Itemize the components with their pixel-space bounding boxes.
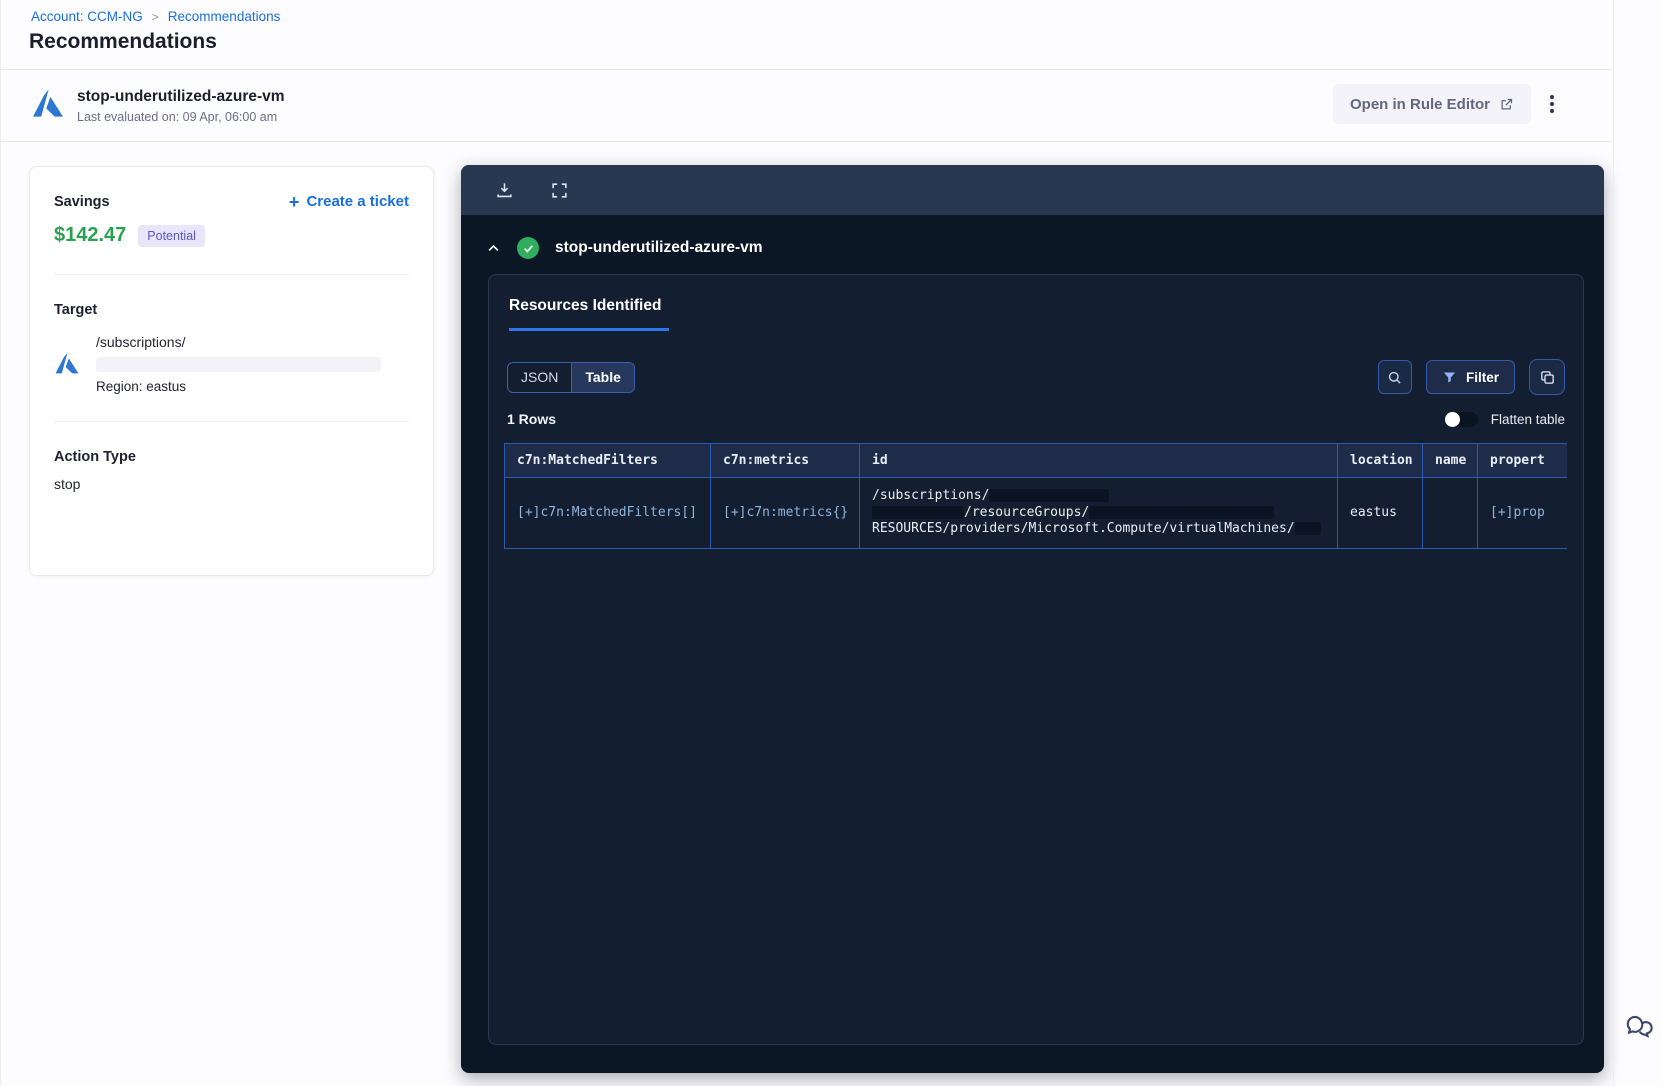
divider [1, 141, 1612, 142]
resources-table: c7n:MatchedFilters c7n:metrics id locati… [504, 443, 1567, 549]
rule-output-panel: stop-underutilized-azure-vm Resources Id… [461, 165, 1604, 1073]
create-ticket-button[interactable]: + Create a ticket [288, 191, 409, 212]
flatten-table-toggle[interactable] [1444, 411, 1478, 427]
fullscreen-icon [552, 182, 567, 198]
column-header: name [1422, 443, 1478, 478]
more-options-button[interactable] [1538, 90, 1566, 118]
name-cell [1422, 477, 1478, 549]
open-in-rule-editor-button[interactable]: Open in Rule Editor [1332, 84, 1531, 124]
collapse-button[interactable] [486, 241, 501, 256]
rule-name: stop-underutilized-azure-vm [77, 88, 285, 105]
chevron-up-icon [488, 244, 499, 251]
json-view-button[interactable]: JSON [508, 362, 573, 392]
filter-button[interactable]: Filter [1425, 360, 1515, 394]
action-type-label: Action Type [54, 449, 136, 465]
column-header: id [859, 443, 1338, 478]
redacted-value [872, 505, 964, 519]
open-in-rule-editor-label: Open in Rule Editor [1349, 95, 1490, 113]
savings-amount: $142.47 [54, 224, 127, 246]
redacted-value [96, 357, 381, 372]
flatten-table-label: Flatten table [1490, 411, 1565, 427]
column-header: c7n:MatchedFilters [504, 443, 711, 478]
savings-label: Savings [54, 193, 110, 210]
filter-label: Filter [1465, 369, 1499, 385]
id-cell: /subscriptions/ /resourceGroups/ RESOURC… [859, 477, 1338, 549]
resources-identified-section: Resources Identified JSON Table Filter 1… [488, 274, 1584, 1045]
redacted-value [1089, 505, 1275, 519]
azure-icon [33, 89, 63, 117]
output-toolbar [461, 165, 1604, 215]
copy-icon [1540, 370, 1554, 384]
plus-icon: + [288, 191, 300, 212]
column-header: location [1337, 443, 1423, 478]
location-cell: eastus [1337, 477, 1423, 549]
last-evaluated: Last evaluated on: 09 Apr, 06:00 am [77, 110, 278, 124]
rows-count: 1 Rows [507, 411, 557, 427]
rule-header: stop-underutilized-azure-vm Last evaluat… [77, 88, 285, 124]
divider [1, 69, 1612, 70]
success-icon [517, 237, 539, 259]
filter-icon [1443, 372, 1456, 382]
chat-bubbles-icon [1626, 1015, 1653, 1038]
download-button[interactable] [495, 181, 514, 200]
potential-badge: Potential [138, 224, 205, 247]
copy-button[interactable] [1529, 359, 1565, 395]
breadcrumb-separator-icon: > [151, 9, 159, 24]
external-link-icon [1501, 98, 1513, 109]
column-header: propert [1477, 443, 1567, 478]
view-mode-segmented-control: JSON Table [507, 361, 635, 393]
target-label: Target [54, 302, 98, 318]
create-ticket-label: Create a ticket [306, 193, 409, 210]
resources-table-container[interactable]: c7n:MatchedFilters c7n:metrics id locati… [504, 443, 1567, 549]
table-view-button[interactable]: Table [572, 362, 634, 392]
breadcrumb-recommendations-link[interactable]: Recommendations [168, 9, 281, 24]
table-header-row: c7n:MatchedFilters c7n:metrics id locati… [504, 443, 1567, 478]
azure-icon [55, 352, 79, 374]
action-type-value: stop [54, 476, 81, 492]
recommendation-summary-card: Savings + Create a ticket $142.47 Potent… [29, 166, 434, 576]
redacted-value [989, 489, 1110, 502]
column-header: c7n:metrics [710, 443, 860, 478]
fullscreen-button[interactable] [550, 181, 569, 200]
table-row: [+]c7n:MatchedFilters[] [+]c7n:metrics{}… [504, 477, 1567, 549]
download-icon [497, 182, 512, 197]
help-chat-button[interactable] [1621, 1010, 1657, 1046]
search-icon [1389, 371, 1402, 384]
tab-resources-identified[interactable]: Resources Identified [509, 297, 670, 331]
divider [54, 421, 409, 422]
search-button[interactable] [1377, 360, 1412, 394]
properties-cell[interactable]: [+]prop [1477, 477, 1567, 549]
recommendations-page: Account: CCM-NG > Recommendations Recomm… [0, 0, 1662, 1086]
divider [54, 274, 409, 275]
metrics-cell[interactable]: [+]c7n:metrics{} [710, 477, 860, 549]
page-title: Recommendations [29, 30, 217, 53]
breadcrumb: Account: CCM-NG > Recommendations [31, 9, 280, 24]
matched-filters-cell[interactable]: [+]c7n:MatchedFilters[] [504, 477, 711, 549]
rule-run-title: stop-underutilized-azure-vm [555, 239, 763, 256]
target-region: Region: eastus [96, 379, 187, 394]
breadcrumb-account-link[interactable]: Account: CCM-NG [31, 9, 143, 24]
divider [1613, 0, 1614, 1086]
target-path: /subscriptions/ [96, 334, 186, 350]
redacted-value [1294, 522, 1321, 535]
